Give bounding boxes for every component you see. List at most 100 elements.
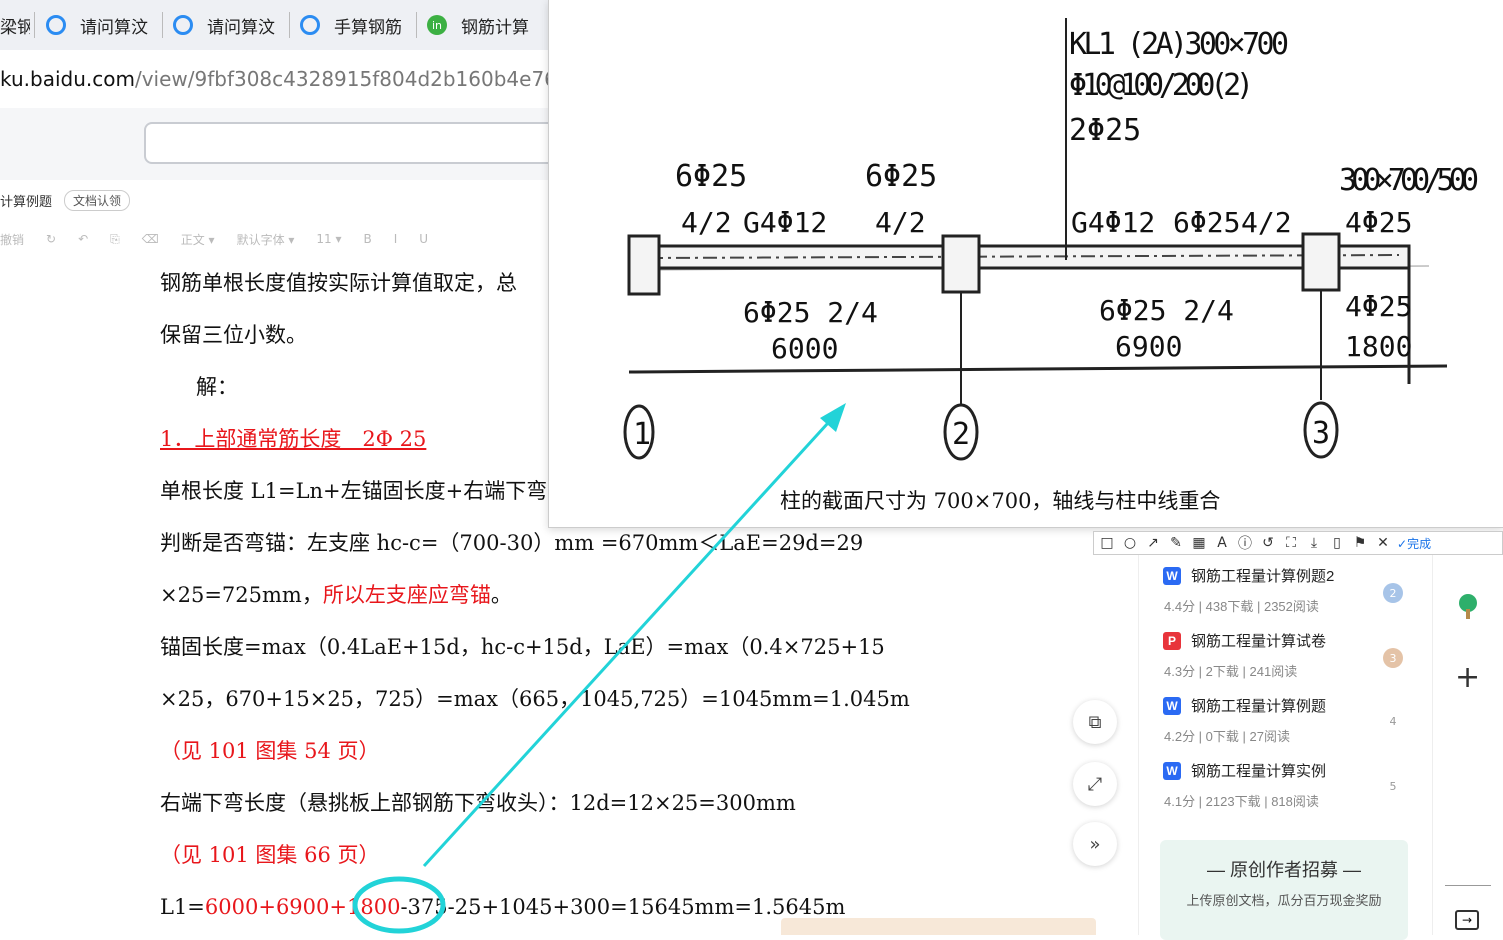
copy-button[interactable]: ⧉ bbox=[1073, 700, 1117, 744]
recommendation-item[interactable]: W 钢筋工程量计算例题 4.2分 | 0下载 | 27阅读 4 bbox=[1163, 695, 1423, 745]
expand-icon: ⤢ bbox=[1087, 773, 1103, 795]
doc-line: ×25=725mm，所以左支座应弯锚。 bbox=[160, 580, 512, 610]
text-run: 。 bbox=[490, 583, 512, 607]
collapse-panel-icon[interactable]: → bbox=[1455, 910, 1479, 930]
italic-button[interactable]: I bbox=[394, 232, 398, 246]
tab-divider bbox=[34, 12, 35, 38]
rank-badge: 4 bbox=[1383, 711, 1403, 731]
side-rebar-left: G4Φ12 bbox=[743, 206, 827, 239]
fullscreen-icon[interactable]: ⛶ bbox=[1282, 534, 1300, 552]
axis-label-1: 1 bbox=[633, 417, 651, 452]
copy-icon: ⧉ bbox=[1088, 711, 1102, 733]
rec-meta: 4.2分 | 0下载 | 27阅读 bbox=[1164, 729, 1290, 744]
rect-icon[interactable]: □ bbox=[1098, 534, 1116, 552]
redo-icon[interactable]: ↻ bbox=[46, 232, 56, 246]
mosaic-icon[interactable]: ▦ bbox=[1190, 534, 1208, 552]
rec-meta: 4.1分 | 2123下载 | 818阅读 bbox=[1164, 794, 1319, 809]
browser-tab-bar: 梁钢 请问算汶 请问算汶 手算钢筋 in 钢筋计算 bbox=[0, 0, 560, 50]
done-button[interactable]: ✓完成 bbox=[1397, 535, 1431, 552]
rank-badge: 2 bbox=[1383, 583, 1403, 603]
figure-caption: 柱的截面尺寸为 700×700，轴线与柱中线重合 bbox=[780, 489, 1221, 513]
cantilever-top-rebar: 4Φ25 bbox=[1345, 206, 1412, 239]
search-input[interactable] bbox=[144, 122, 578, 164]
tree-icon[interactable] bbox=[1455, 593, 1481, 619]
reference-note: （见 101 图集 66 页） bbox=[160, 843, 380, 867]
left-top-ratio: 4/2 bbox=[681, 206, 732, 239]
recruit-subtitle: 上传原创文档，瓜分百万现金奖励 bbox=[1186, 893, 1382, 908]
doc-line: 解： bbox=[196, 375, 238, 399]
format-painter-icon[interactable]: ⎘ bbox=[110, 232, 120, 247]
pdf-file-icon: P bbox=[1163, 631, 1181, 650]
axis-label-2: 2 bbox=[952, 417, 970, 452]
plus-icon[interactable]: + bbox=[1455, 663, 1480, 693]
browser-tab-5[interactable]: in 钢筋计算 bbox=[427, 6, 542, 44]
arrow-icon[interactable]: ↗ bbox=[1144, 534, 1162, 552]
text-run: +1045+300=15645mm=1.5645m bbox=[481, 895, 846, 919]
done-label: 完成 bbox=[1407, 536, 1432, 551]
browser-tab-4[interactable]: 手算钢筋 bbox=[300, 6, 412, 44]
number-icon[interactable]: ⓘ bbox=[1236, 534, 1254, 552]
recommendation-item[interactable]: W 钢筋工程量计算例题2 4.4分 | 438下载 | 2352阅读 2 bbox=[1163, 565, 1423, 615]
circle-icon[interactable]: ○ bbox=[1121, 534, 1139, 552]
cantilever-bottom-rebar: 4Φ25 bbox=[1345, 290, 1412, 323]
span2-length: 6900 bbox=[1115, 330, 1182, 363]
claim-doc-chip[interactable]: 文档认领 bbox=[64, 189, 131, 211]
right-top-ratio: 4/2 bbox=[1241, 206, 1292, 239]
section-heading: 1．上部通常筋长度 2Φ 25 bbox=[160, 427, 427, 451]
tab-label: 钢筋计算 bbox=[461, 17, 529, 38]
mid-top-rebar: 6Φ25 bbox=[865, 159, 937, 194]
word-file-icon: W bbox=[1163, 696, 1181, 715]
underline-button[interactable]: U bbox=[419, 232, 428, 246]
doc-line: 钢筋单根长度值按实际计算值取定，总 bbox=[160, 271, 517, 295]
font-size-select[interactable]: 11 ▾ bbox=[316, 232, 341, 246]
tab-label: 请问算汶 bbox=[207, 17, 275, 38]
bold-button[interactable]: B bbox=[364, 232, 372, 246]
pin-icon[interactable]: ⚑ bbox=[1351, 534, 1369, 552]
recommendation-item[interactable]: W 钢筋工程量计算实例 4.1分 | 2123下载 | 818阅读 5 bbox=[1163, 760, 1423, 810]
undo-button[interactable]: 撤销 bbox=[0, 231, 24, 248]
undo-icon[interactable]: ↺ bbox=[1259, 534, 1277, 552]
text-run: L1= bbox=[160, 895, 205, 919]
address-bar[interactable]: ku.baidu.com/view/9fbf308c4328915f804d2b… bbox=[0, 50, 560, 108]
close-icon[interactable]: ✕ bbox=[1374, 534, 1392, 552]
author-recruit-card[interactable]: — 原创作者招募 — 上传原创文档，瓜分百万现金奖励 bbox=[1160, 840, 1408, 940]
bottom-promo-banner[interactable] bbox=[781, 918, 1096, 935]
font-family-select[interactable]: 默认字体 ▾ bbox=[237, 231, 295, 248]
highlight-text: 6000+6900+1800 bbox=[204, 895, 401, 919]
span1-length: 6000 bbox=[771, 332, 838, 365]
span1-bottom-rebar: 6Φ25 2/4 bbox=[743, 296, 878, 329]
browser-tab-1[interactable]: 梁钢 bbox=[0, 6, 30, 44]
word-file-icon: W bbox=[1163, 761, 1181, 780]
lightbulb-icon bbox=[173, 15, 193, 35]
lightbulb-icon bbox=[46, 15, 66, 35]
text-icon[interactable]: A bbox=[1213, 534, 1231, 552]
doc-line: 判断是否弯锚：左支座 hc-c=（700-30）mm =670mm＜LaE=29… bbox=[160, 531, 864, 555]
browser-tab-3[interactable]: 请问算汶 bbox=[173, 6, 285, 44]
tab-divider bbox=[416, 12, 417, 38]
top-bar-label: 2Φ25 bbox=[1069, 113, 1141, 148]
tab-divider bbox=[289, 12, 290, 38]
word-file-icon: W bbox=[1163, 566, 1181, 585]
rec-title: 钢筋工程量计算实例 bbox=[1191, 763, 1327, 780]
rec-title: 钢筋工程量计算例题2 bbox=[1191, 568, 1335, 585]
right-side-rail: + → bbox=[1432, 555, 1503, 935]
browser-tab-2[interactable]: 请问算汶 bbox=[46, 6, 158, 44]
doc-category-tag[interactable]: 计算例题 bbox=[0, 191, 52, 210]
right-top-rebar: 6Φ25 bbox=[1173, 206, 1240, 239]
undo-icon[interactable]: ↶ bbox=[78, 232, 88, 246]
scroll-down-button[interactable]: » bbox=[1073, 822, 1117, 866]
doc-line: 右端下弯长度（悬挑板上部钢筋下弯收头）：12d=12×25=300mm bbox=[160, 791, 796, 815]
tab-label: 请问算汶 bbox=[80, 17, 148, 38]
paragraph-style-select[interactable]: 正文 ▾ bbox=[181, 231, 215, 248]
text-run: ×25=725mm， bbox=[160, 583, 323, 607]
doc-tag-row: 计算例题 文档认领 bbox=[0, 180, 560, 220]
lightbulb-icon bbox=[300, 15, 320, 35]
eraser-icon[interactable]: ⌫ bbox=[142, 232, 159, 246]
pen-icon[interactable]: ✎ bbox=[1167, 534, 1185, 552]
expand-button[interactable]: ⤢ bbox=[1073, 762, 1117, 806]
recommendation-item[interactable]: P 钢筋工程量计算试卷 4.3分 | 2下载 | 241阅读 3 bbox=[1163, 630, 1423, 680]
url-path: /view/9fbf308c4328915f804d2b160b4e767f bbox=[134, 67, 560, 91]
save-icon[interactable]: ▯ bbox=[1328, 534, 1346, 552]
stirrup-label: Φ10@100/200(2) bbox=[1069, 68, 1254, 103]
download-icon[interactable]: ⤓ bbox=[1305, 534, 1323, 552]
